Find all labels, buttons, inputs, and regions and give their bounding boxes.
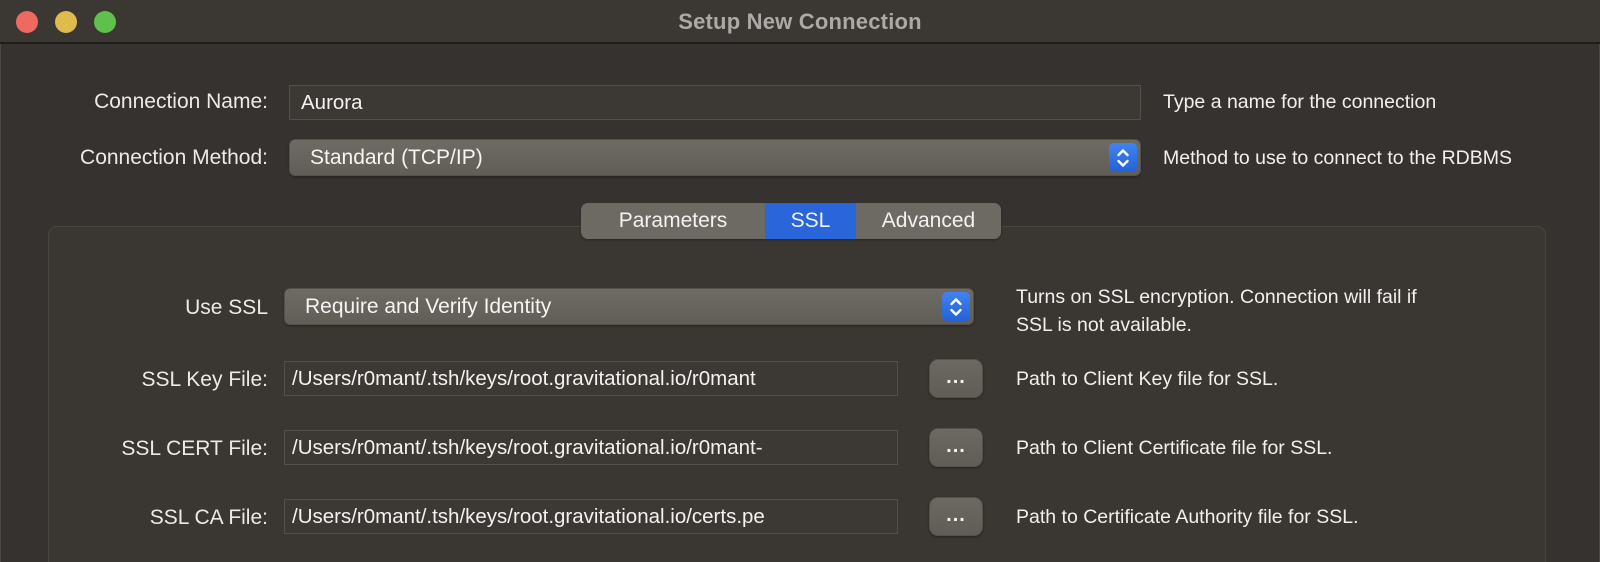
tab-advanced[interactable]: Advanced — [856, 203, 1001, 239]
connection-method-dropdown[interactable]: Standard (TCP/IP) — [289, 139, 1141, 176]
use-ssl-label: Use SSL — [185, 296, 268, 320]
chevron-up-down-icon — [942, 292, 970, 321]
window-title: Setup New Connection — [0, 0, 1600, 44]
tab-bar: Parameters SSL Advanced — [581, 203, 1001, 239]
ssl-ca-file-browse-button[interactable]: ... — [929, 497, 983, 536]
ssl-key-file-help: Path to Client Key file for SSL. — [1016, 365, 1278, 393]
ssl-cert-file-help: Path to Client Certificate file for SSL. — [1016, 434, 1332, 462]
use-ssl-value: Require and Verify Identity — [305, 289, 933, 324]
connection-method-help: Method to use to connect to the RDBMS — [1163, 144, 1512, 172]
tab-ssl[interactable]: SSL — [765, 203, 856, 239]
use-ssl-dropdown[interactable]: Require and Verify Identity — [284, 288, 974, 325]
ssl-key-file-input[interactable] — [284, 361, 898, 396]
connection-name-input[interactable] — [289, 85, 1141, 120]
connection-method-label: Connection Method: — [80, 146, 268, 170]
connection-name-label: Connection Name: — [94, 90, 268, 114]
setup-new-connection-window: Setup New Connection Connection Name: Ty… — [0, 0, 1600, 562]
connection-name-help: Type a name for the connection — [1163, 88, 1436, 116]
chevron-up-down-icon — [1109, 143, 1137, 172]
ssl-ca-file-label: SSL CA File: — [150, 506, 268, 530]
connection-method-value: Standard (TCP/IP) — [310, 140, 1100, 175]
ssl-ca-file-input[interactable] — [284, 499, 898, 534]
ssl-key-file-label: SSL Key File: — [142, 368, 268, 392]
use-ssl-help: Turns on SSL encryption. Connection will… — [1016, 283, 1486, 339]
ssl-cert-file-label: SSL CERT File: — [121, 437, 268, 461]
ssl-key-file-browse-button[interactable]: ... — [929, 359, 983, 398]
ssl-cert-file-browse-button[interactable]: ... — [929, 428, 983, 467]
title-bar: Setup New Connection — [0, 0, 1600, 44]
ssl-cert-file-input[interactable] — [284, 430, 898, 465]
tab-parameters[interactable]: Parameters — [581, 203, 765, 239]
ssl-ca-file-help: Path to Certificate Authority file for S… — [1016, 503, 1359, 531]
